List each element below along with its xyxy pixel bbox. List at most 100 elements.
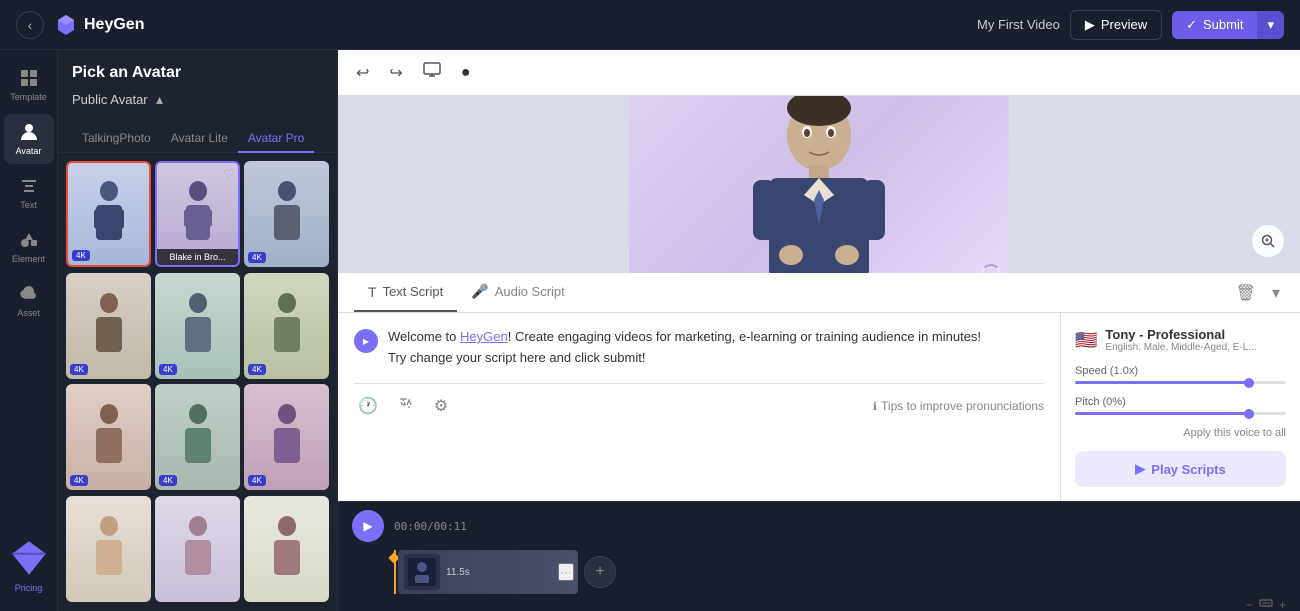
clip-avatar-icon	[408, 558, 436, 586]
add-clip-button[interactable]: +	[584, 556, 616, 588]
avatar-card-12[interactable]	[244, 496, 329, 602]
zoom-fit-button[interactable]	[1259, 596, 1273, 611]
speed-slider-thumb	[1244, 378, 1254, 388]
pitch-slider-fill	[1075, 412, 1254, 415]
avatar-badge-4: 4K	[70, 364, 88, 375]
avatar-card-6[interactable]: 4K	[244, 273, 329, 379]
sidebar-item-pricing[interactable]: Pricing	[4, 529, 54, 601]
avatar-card-1[interactable]: 4K	[66, 161, 151, 267]
back-button[interactable]: ‹	[16, 11, 44, 39]
avatar-card-7[interactable]: 4K	[66, 384, 151, 490]
script-tabs: T Text Script 🎤 Audio Script	[354, 273, 579, 312]
avatar-badge-3: 4K	[248, 252, 266, 263]
speed-slider[interactable]	[1075, 381, 1286, 384]
script-icons-row: 🕐 ⚙ ℹ Tips to improve pronunciations	[354, 383, 1044, 429]
heygen-link[interactable]: HeyGen	[460, 329, 508, 344]
settings-icon-btn[interactable]: ⚙	[430, 392, 452, 420]
pitch-slider[interactable]	[1075, 412, 1286, 415]
sidebar-label-asset: Asset	[17, 308, 40, 318]
chevron-up-icon: ▲	[154, 93, 166, 107]
avatar-badge-5: 4K	[159, 364, 177, 375]
icon-sidebar: Template Avatar Text Element	[0, 50, 58, 611]
timeline-play-button[interactable]: ▶	[352, 510, 384, 542]
zoom-out-button[interactable]: −	[1246, 598, 1253, 611]
redo-button[interactable]: ↪	[385, 59, 406, 87]
avatar-badge-1: 4K	[72, 250, 90, 261]
script-text[interactable]: Welcome to HeyGen! Create engaging video…	[388, 327, 1044, 369]
avatar-badge-7: 4K	[70, 475, 88, 486]
avatar-card-5[interactable]: 4K	[155, 273, 240, 379]
play-script-icon[interactable]: ▶	[354, 329, 378, 353]
public-avatar-label: Public Avatar	[72, 92, 148, 107]
avatar-card-8[interactable]: 4K	[155, 384, 240, 490]
shapes-icon	[19, 230, 39, 250]
voice-speed-param: Speed (1.0x)	[1075, 365, 1286, 384]
script-tabs-bar: T Text Script 🎤 Audio Script 🗑 ▾	[338, 273, 1300, 313]
cloud-icon	[19, 284, 39, 304]
play-scripts-button[interactable]: ▶ Play Scripts	[1075, 451, 1286, 487]
avatar-label-2: Blake in Bro...	[157, 249, 238, 265]
tab-talking-photo[interactable]: TalkingPhoto	[72, 125, 161, 153]
script-editor-section: ▶ Welcome to HeyGen! Create engaging vid…	[338, 313, 1060, 501]
public-avatar-toggle[interactable]: Public Avatar ▲	[72, 92, 323, 107]
avatar-panel-header: Pick an Avatar Public Avatar ▲	[58, 50, 337, 125]
timeline-zoom-controls: − +	[1246, 596, 1286, 611]
delete-script-button[interactable]: 🗑	[1232, 279, 1260, 307]
person-icon	[19, 122, 39, 142]
timeline-clip-1[interactable]: 11.5s ···	[398, 550, 578, 594]
avatar-image-5	[155, 273, 240, 379]
tab-avatar-lite[interactable]: Avatar Lite	[161, 125, 238, 153]
zoom-in-button[interactable]: +	[1279, 598, 1286, 611]
avatar-card-4[interactable]: 4K	[66, 273, 151, 379]
voice-profile[interactable]: 🇺🇸 Tony - Professional English, Male, Mi…	[1075, 327, 1286, 353]
avatar-card-9[interactable]: 4K	[244, 384, 329, 490]
pitch-slider-thumb	[1244, 409, 1254, 419]
submit-dropdown-button[interactable]: ▾	[1257, 11, 1284, 39]
monitor-button[interactable]	[419, 57, 445, 88]
sidebar-label-pricing: Pricing	[15, 583, 43, 593]
avatar-badge-9: 4K	[248, 475, 266, 486]
preview-play-icon: ▶	[1085, 17, 1095, 33]
submit-button[interactable]: ✓ Submit	[1172, 11, 1257, 39]
main-layout: Template Avatar Text Element	[0, 50, 1300, 611]
avatar-card-10[interactable]	[66, 496, 151, 602]
tab-text-script[interactable]: T Text Script	[354, 273, 457, 312]
sidebar-item-element[interactable]: Element	[4, 222, 54, 272]
canvas-viewport	[338, 96, 1300, 273]
clip-more-button[interactable]: ···	[558, 563, 574, 581]
voice-description: English, Male, Middle-Aged, E-L...	[1105, 342, 1286, 353]
timeline-track-container: 11.5s ··· +	[338, 550, 1300, 594]
sidebar-item-template[interactable]: Template	[4, 60, 54, 110]
info-icon: ℹ	[873, 400, 877, 413]
tab-avatar-pro[interactable]: Avatar Pro	[238, 125, 314, 153]
collapse-script-button[interactable]: ▾	[1268, 279, 1284, 307]
tips-link[interactable]: ℹ Tips to improve pronunciations	[873, 399, 1044, 413]
voice-pitch-param: Pitch (0%)	[1075, 396, 1286, 415]
monitor-icon	[423, 61, 441, 79]
avatar-image-6	[244, 273, 329, 379]
heart-icon-2[interactable]: ♡	[223, 167, 234, 181]
sidebar-item-asset[interactable]: Asset	[4, 276, 54, 326]
timeline-bottom: − +	[338, 594, 1300, 611]
sidebar-label-template: Template	[10, 92, 47, 102]
preview-button[interactable]: ▶ Preview	[1070, 10, 1162, 40]
speed-label: Speed (1.0x)	[1075, 365, 1286, 377]
avatar-card-2[interactable]: ♡ Blake in Bro...	[155, 161, 240, 267]
avatar-card-11[interactable]	[155, 496, 240, 602]
pitch-label: Pitch (0%)	[1075, 396, 1286, 408]
avatar-card-3[interactable]: 4K	[244, 161, 329, 267]
canvas-toolbar: ↩ ↪ ●	[338, 50, 1300, 96]
timeline-controls: ▶ 00:00/00:11	[338, 502, 1300, 550]
history-icon-btn[interactable]: 🕐	[354, 392, 382, 420]
apply-voice-link[interactable]: Apply this voice to all	[1075, 427, 1286, 439]
zoom-button[interactable]	[1252, 225, 1284, 257]
tab-audio-script[interactable]: 🎤 Audio Script	[457, 273, 579, 312]
translate-icon-btn[interactable]	[394, 392, 418, 421]
sidebar-item-text[interactable]: Text	[4, 168, 54, 218]
clip-thumbnail	[404, 554, 440, 590]
shape-button[interactable]: ●	[457, 60, 475, 86]
undo-button[interactable]: ↩	[352, 59, 373, 87]
sidebar-item-avatar[interactable]: Avatar	[4, 114, 54, 164]
script-content-area: ▶ Welcome to HeyGen! Create engaging vid…	[338, 313, 1300, 501]
submit-group: ✓ Submit ▾	[1172, 11, 1284, 39]
